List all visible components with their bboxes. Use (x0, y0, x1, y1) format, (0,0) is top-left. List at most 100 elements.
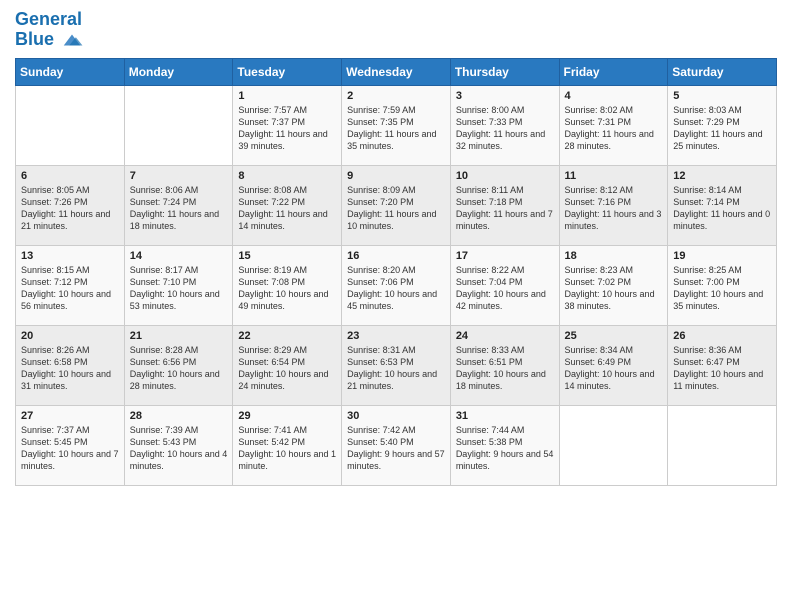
calendar-cell: 1 Sunrise: 7:57 AM Sunset: 7:37 PM Daylig… (233, 85, 342, 165)
calendar-cell: 7Sunrise: 8:06 AM Sunset: 7:24 PM Daylig… (124, 165, 233, 245)
calendar-cell: 28Sunrise: 7:39 AM Sunset: 5:43 PM Dayli… (124, 405, 233, 485)
calendar-cell (668, 405, 777, 485)
day-number: 22 (238, 330, 336, 342)
cell-details: Sunrise: 7:37 AM Sunset: 5:45 PM Dayligh… (21, 424, 119, 473)
calendar-cell: 21 Sunrise: 8:28 AM Sunset: 6:56 PM Dayli… (124, 325, 233, 405)
calendar-cell (559, 405, 668, 485)
calendar-table: SundayMondayTuesdayWednesdayThursdayFrid… (15, 58, 777, 486)
day-number: 13 (21, 250, 119, 262)
cell-details: Sunrise: 7:42 AM Sunset: 5:40 PM Dayligh… (347, 424, 445, 473)
calendar-cell: 19Sunrise: 8:25 AM Sunset: 7:00 PM Dayli… (668, 245, 777, 325)
week-row-2: 6 Sunrise: 8:05 AM Sunset: 7:26 PM Daylig… (16, 165, 777, 245)
calendar-cell: 5Sunrise: 8:03 AM Sunset: 7:29 PM Daylig… (668, 85, 777, 165)
logo-text: General (15, 10, 83, 30)
calendar-cell: 23Sunrise: 8:31 AM Sunset: 6:53 PM Dayli… (342, 325, 451, 405)
calendar-cell: 25 Sunrise: 8:34 AM Sunset: 6:49 PM Dayli… (559, 325, 668, 405)
cell-details: Sunrise: 8:25 AM Sunset: 7:00 PM Dayligh… (673, 264, 771, 313)
calendar-cell: 30 Sunrise: 7:42 AM Sunset: 5:40 PM Dayli… (342, 405, 451, 485)
cell-details: Sunrise: 8:36 AM Sunset: 6:47 PM Dayligh… (673, 344, 771, 393)
cell-details: Sunrise: 8:03 AM Sunset: 7:29 PM Dayligh… (673, 104, 771, 153)
calendar-cell: 10Sunrise: 8:11 AM Sunset: 7:18 PM Dayli… (450, 165, 559, 245)
calendar-cell: 6 Sunrise: 8:05 AM Sunset: 7:26 PM Daylig… (16, 165, 125, 245)
cell-details: Sunrise: 7:41 AM Sunset: 5:42 PM Dayligh… (238, 424, 336, 473)
week-row-5: 27 Sunrise: 7:37 AM Sunset: 5:45 PM Dayli… (16, 405, 777, 485)
calendar-cell: 29 Sunrise: 7:41 AM Sunset: 5:42 PM Dayli… (233, 405, 342, 485)
day-number: 23 (347, 330, 445, 342)
calendar-cell: 31Sunrise: 7:44 AM Sunset: 5:38 PM Dayli… (450, 405, 559, 485)
day-number: 24 (456, 330, 554, 342)
cell-details: Sunrise: 8:34 AM Sunset: 6:49 PM Dayligh… (565, 344, 663, 393)
logo-icon (61, 31, 83, 49)
week-row-3: 13 Sunrise: 8:15 AM Sunset: 7:12 PM Dayli… (16, 245, 777, 325)
cell-details: Sunrise: 8:09 AM Sunset: 7:20 PM Dayligh… (347, 184, 445, 233)
cell-details: Sunrise: 8:12 AM Sunset: 7:16 PM Dayligh… (565, 184, 663, 233)
day-number: 26 (673, 330, 771, 342)
day-header-friday: Friday (559, 58, 668, 85)
day-number: 6 (21, 170, 119, 182)
cell-details: Sunrise: 8:33 AM Sunset: 6:51 PM Dayligh… (456, 344, 554, 393)
day-number: 28 (130, 410, 228, 422)
day-number: 18 (565, 250, 663, 262)
calendar-cell: 24 Sunrise: 8:33 AM Sunset: 6:51 PM Dayli… (450, 325, 559, 405)
cell-details: Sunrise: 7:59 AM Sunset: 7:35 PM Dayligh… (347, 104, 445, 153)
day-header-wednesday: Wednesday (342, 58, 451, 85)
day-header-sunday: Sunday (16, 58, 125, 85)
cell-details: Sunrise: 8:15 AM Sunset: 7:12 PM Dayligh… (21, 264, 119, 313)
day-number: 2 (347, 90, 445, 102)
day-header-monday: Monday (124, 58, 233, 85)
cell-details: Sunrise: 8:29 AM Sunset: 6:54 PM Dayligh… (238, 344, 336, 393)
cell-details: Sunrise: 7:44 AM Sunset: 5:38 PM Dayligh… (456, 424, 554, 473)
day-number: 30 (347, 410, 445, 422)
cell-details: Sunrise: 8:19 AM Sunset: 7:08 PM Dayligh… (238, 264, 336, 313)
calendar-cell: 11 Sunrise: 8:12 AM Sunset: 7:16 PM Dayli… (559, 165, 668, 245)
day-header-saturday: Saturday (668, 58, 777, 85)
day-number: 20 (21, 330, 119, 342)
cell-details: Sunrise: 8:20 AM Sunset: 7:06 PM Dayligh… (347, 264, 445, 313)
week-row-4: 20 Sunrise: 8:26 AM Sunset: 6:58 PM Dayli… (16, 325, 777, 405)
day-number: 1 (238, 90, 336, 102)
day-number: 9 (347, 170, 445, 182)
day-number: 17 (456, 250, 554, 262)
days-header-row: SundayMondayTuesdayWednesdayThursdayFrid… (16, 58, 777, 85)
day-number: 4 (565, 90, 663, 102)
calendar-cell: 22 Sunrise: 8:29 AM Sunset: 6:54 PM Dayli… (233, 325, 342, 405)
calendar-cell: 4 Sunrise: 8:02 AM Sunset: 7:31 PM Daylig… (559, 85, 668, 165)
day-number: 12 (673, 170, 771, 182)
day-number: 16 (347, 250, 445, 262)
calendar-cell: 20 Sunrise: 8:26 AM Sunset: 6:58 PM Dayli… (16, 325, 125, 405)
cell-details: Sunrise: 8:08 AM Sunset: 7:22 PM Dayligh… (238, 184, 336, 233)
cell-details: Sunrise: 8:26 AM Sunset: 6:58 PM Dayligh… (21, 344, 119, 393)
header: General Blue (15, 10, 777, 50)
cell-details: Sunrise: 8:02 AM Sunset: 7:31 PM Dayligh… (565, 104, 663, 153)
calendar-cell: 8 Sunrise: 8:08 AM Sunset: 7:22 PM Daylig… (233, 165, 342, 245)
cell-details: Sunrise: 8:06 AM Sunset: 7:24 PM Dayligh… (130, 184, 228, 233)
calendar-cell: 16 Sunrise: 8:20 AM Sunset: 7:06 PM Dayli… (342, 245, 451, 325)
cell-details: Sunrise: 8:11 AM Sunset: 7:18 PM Dayligh… (456, 184, 554, 233)
calendar-cell: 15Sunrise: 8:19 AM Sunset: 7:08 PM Dayli… (233, 245, 342, 325)
day-header-tuesday: Tuesday (233, 58, 342, 85)
day-number: 27 (21, 410, 119, 422)
calendar-cell: 18 Sunrise: 8:23 AM Sunset: 7:02 PM Dayli… (559, 245, 668, 325)
cell-details: Sunrise: 8:17 AM Sunset: 7:10 PM Dayligh… (130, 264, 228, 313)
calendar-cell: 27 Sunrise: 7:37 AM Sunset: 5:45 PM Dayli… (16, 405, 125, 485)
calendar-cell: 14Sunrise: 8:17 AM Sunset: 7:10 PM Dayli… (124, 245, 233, 325)
day-number: 11 (565, 170, 663, 182)
cell-details: Sunrise: 8:23 AM Sunset: 7:02 PM Dayligh… (565, 264, 663, 313)
calendar-cell: 13 Sunrise: 8:15 AM Sunset: 7:12 PM Dayli… (16, 245, 125, 325)
calendar-cell: 9 Sunrise: 8:09 AM Sunset: 7:20 PM Daylig… (342, 165, 451, 245)
calendar-cell: 12 Sunrise: 8:14 AM Sunset: 7:14 PM Dayli… (668, 165, 777, 245)
day-number: 21 (130, 330, 228, 342)
day-number: 8 (238, 170, 336, 182)
cell-details: Sunrise: 8:05 AM Sunset: 7:26 PM Dayligh… (21, 184, 119, 233)
calendar-cell: 26 Sunrise: 8:36 AM Sunset: 6:47 PM Dayli… (668, 325, 777, 405)
cell-details: Sunrise: 7:57 AM Sunset: 7:37 PM Dayligh… (238, 104, 336, 153)
cell-details: Sunrise: 8:28 AM Sunset: 6:56 PM Dayligh… (130, 344, 228, 393)
week-row-1: 1 Sunrise: 7:57 AM Sunset: 7:37 PM Daylig… (16, 85, 777, 165)
day-number: 29 (238, 410, 336, 422)
cell-details: Sunrise: 8:14 AM Sunset: 7:14 PM Dayligh… (673, 184, 771, 233)
logo-text-blue: Blue (15, 30, 83, 50)
calendar-cell: 17Sunrise: 8:22 AM Sunset: 7:04 PM Dayli… (450, 245, 559, 325)
day-number: 25 (565, 330, 663, 342)
page: General Blue SundayMondayTuesdayWednesda… (0, 0, 792, 612)
calendar-cell: 3Sunrise: 8:00 AM Sunset: 7:33 PM Daylig… (450, 85, 559, 165)
